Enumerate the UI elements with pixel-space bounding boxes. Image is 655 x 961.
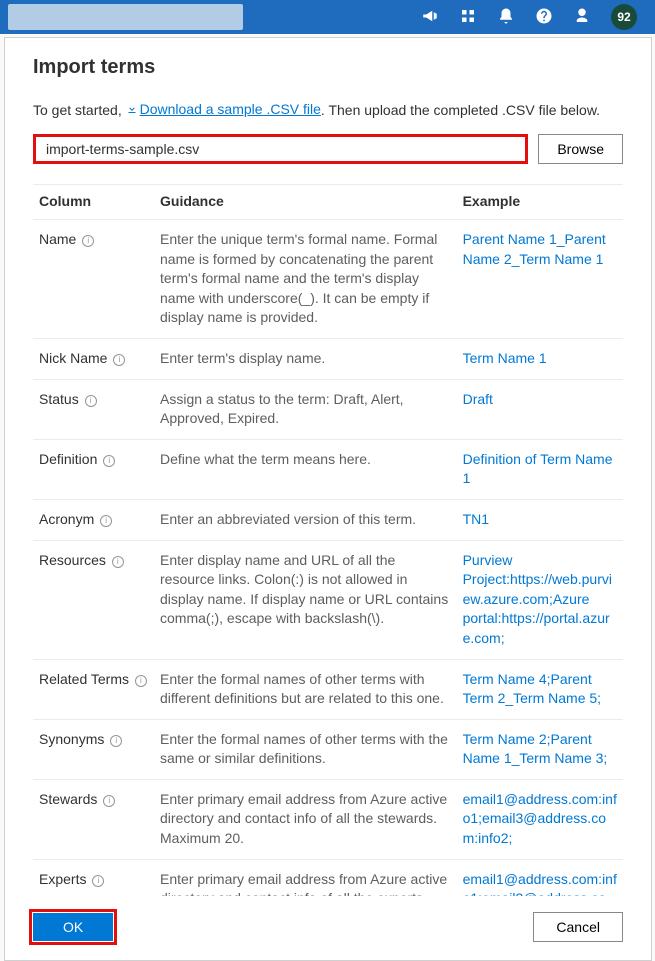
- example-cell: Draft: [457, 379, 623, 439]
- search-input[interactable]: [8, 4, 243, 30]
- intro-suffix: . Then upload the completed .CSV file be…: [321, 102, 600, 118]
- browse-button[interactable]: Browse: [538, 134, 623, 164]
- file-row: import-terms-sample.csv Browse: [33, 134, 623, 164]
- column-name-label: Stewards: [39, 791, 97, 807]
- example-link[interactable]: Draft: [463, 391, 493, 407]
- table-row: Stewards iEnter primary email address fr…: [33, 779, 623, 859]
- feedback-icon[interactable]: [573, 7, 591, 28]
- notification-icon[interactable]: [497, 7, 515, 28]
- download-icon: [126, 103, 138, 115]
- info-icon[interactable]: i: [82, 235, 94, 247]
- example-cell: Parent Name 1_Parent Name 2_Term Name 1: [457, 220, 623, 339]
- table-header-example: Example: [457, 185, 623, 220]
- column-name: Experts i: [33, 859, 154, 896]
- table-row: Related Terms iEnter the formal names of…: [33, 659, 623, 719]
- example-link[interactable]: TN1: [463, 511, 489, 527]
- example-cell: Definition of Term Name 1: [457, 439, 623, 499]
- intro-text: To get started, Download a sample .CSV f…: [33, 101, 623, 118]
- example-link[interactable]: Term Name 1: [463, 350, 547, 366]
- example-cell: TN1: [457, 499, 623, 540]
- import-panel: Import terms To get started, Download a …: [4, 37, 652, 961]
- file-input[interactable]: import-terms-sample.csv: [33, 134, 528, 164]
- top-icons: 92: [421, 4, 655, 30]
- column-name-label: Experts: [39, 871, 86, 887]
- example-cell: Term Name 2;Parent Name 1_Term Name 3;: [457, 719, 623, 779]
- guidance-text: Enter an abbreviated version of this ter…: [154, 499, 457, 540]
- column-name: Synonyms i: [33, 719, 154, 779]
- guidance-text: Enter the formal names of other terms wi…: [154, 719, 457, 779]
- guidance-text: Enter primary email address from Azure a…: [154, 859, 457, 896]
- column-name-label: Name: [39, 231, 76, 247]
- column-name: Definition i: [33, 439, 154, 499]
- column-name: Stewards i: [33, 779, 154, 859]
- help-icon[interactable]: [535, 7, 553, 28]
- guidance-table: Column Guidance Example Name iEnter the …: [33, 184, 623, 896]
- table-row: Nick Name iEnter term's display name.Ter…: [33, 338, 623, 379]
- info-icon[interactable]: i: [112, 556, 124, 568]
- download-sample-link[interactable]: Download a sample .CSV file: [126, 101, 321, 117]
- table-row: Definition iDefine what the term means h…: [33, 439, 623, 499]
- column-name: Related Terms i: [33, 659, 154, 719]
- download-sample-label: Download a sample .CSV file: [140, 101, 321, 117]
- table-row: Resources iEnter display name and URL of…: [33, 540, 623, 659]
- column-name-label: Nick Name: [39, 350, 107, 366]
- column-name-label: Acronym: [39, 511, 94, 527]
- table-header-guidance: Guidance: [154, 185, 457, 220]
- info-icon[interactable]: i: [92, 875, 104, 887]
- example-cell: Term Name 4;Parent Term 2_Term Name 5;: [457, 659, 623, 719]
- example-cell: Term Name 1: [457, 338, 623, 379]
- guidance-text: Enter the unique term's formal name. For…: [154, 220, 457, 339]
- info-icon[interactable]: i: [110, 735, 122, 747]
- page-title: Import terms: [33, 56, 623, 79]
- column-name-label: Resources: [39, 552, 106, 568]
- cancel-button[interactable]: Cancel: [533, 912, 623, 942]
- info-icon[interactable]: i: [100, 515, 112, 527]
- table-container: Column Guidance Example Name iEnter the …: [33, 184, 623, 896]
- column-name: Name i: [33, 220, 154, 339]
- table-row: Status iAssign a status to the term: Dra…: [33, 379, 623, 439]
- column-name: Nick Name i: [33, 338, 154, 379]
- info-icon[interactable]: i: [103, 455, 115, 467]
- guidance-text: Enter primary email address from Azure a…: [154, 779, 457, 859]
- table-row: Synonyms iEnter the formal names of othe…: [33, 719, 623, 779]
- guidance-text: Enter display name and URL of all the re…: [154, 540, 457, 659]
- top-bar: 92: [0, 0, 655, 34]
- megaphone-icon[interactable]: [421, 7, 439, 28]
- guidance-text: Enter the formal names of other terms wi…: [154, 659, 457, 719]
- example-link[interactable]: Term Name 4;Parent Term 2_Term Name 5;: [463, 671, 601, 707]
- table-header-column: Column: [33, 185, 154, 220]
- example-cell: email1@address.com:info1;email3@address.…: [457, 779, 623, 859]
- table-row: Acronym iEnter an abbreviated version of…: [33, 499, 623, 540]
- table-row: Name iEnter the unique term's formal nam…: [33, 220, 623, 339]
- example-link[interactable]: Parent Name 1_Parent Name 2_Term Name 1: [463, 231, 606, 267]
- guidance-text: Define what the term means here.: [154, 439, 457, 499]
- example-cell: email1@address.com:info1;email2@address.…: [457, 859, 623, 896]
- info-icon[interactable]: i: [135, 675, 147, 687]
- example-cell: Purview Project:https://web.purview.azur…: [457, 540, 623, 659]
- directory-icon[interactable]: [459, 7, 477, 28]
- table-row: Experts iEnter primary email address fro…: [33, 859, 623, 896]
- intro-prefix: To get started,: [33, 102, 126, 118]
- column-name-label: Related Terms: [39, 671, 129, 687]
- column-name-label: Status: [39, 391, 79, 407]
- ok-button[interactable]: OK: [33, 913, 113, 941]
- column-name-label: Synonyms: [39, 731, 104, 747]
- dialog-footer: OK Cancel: [33, 896, 623, 942]
- info-icon[interactable]: i: [113, 354, 125, 366]
- info-icon[interactable]: i: [103, 795, 115, 807]
- example-link[interactable]: email1@address.com:info1;email3@address.…: [463, 791, 617, 846]
- user-badge[interactable]: 92: [611, 4, 637, 30]
- info-icon[interactable]: i: [85, 395, 97, 407]
- column-name: Status i: [33, 379, 154, 439]
- guidance-text: Assign a status to the term: Draft, Aler…: [154, 379, 457, 439]
- column-name-label: Definition: [39, 451, 97, 467]
- column-name: Acronym i: [33, 499, 154, 540]
- example-link[interactable]: Definition of Term Name 1: [463, 451, 613, 487]
- example-link[interactable]: email1@address.com:info1;email2@address.…: [463, 871, 617, 896]
- column-name: Resources i: [33, 540, 154, 659]
- guidance-text: Enter term's display name.: [154, 338, 457, 379]
- example-link[interactable]: Term Name 2;Parent Name 1_Term Name 3;: [463, 731, 608, 767]
- example-link[interactable]: Purview Project:https://web.purview.azur…: [463, 552, 612, 646]
